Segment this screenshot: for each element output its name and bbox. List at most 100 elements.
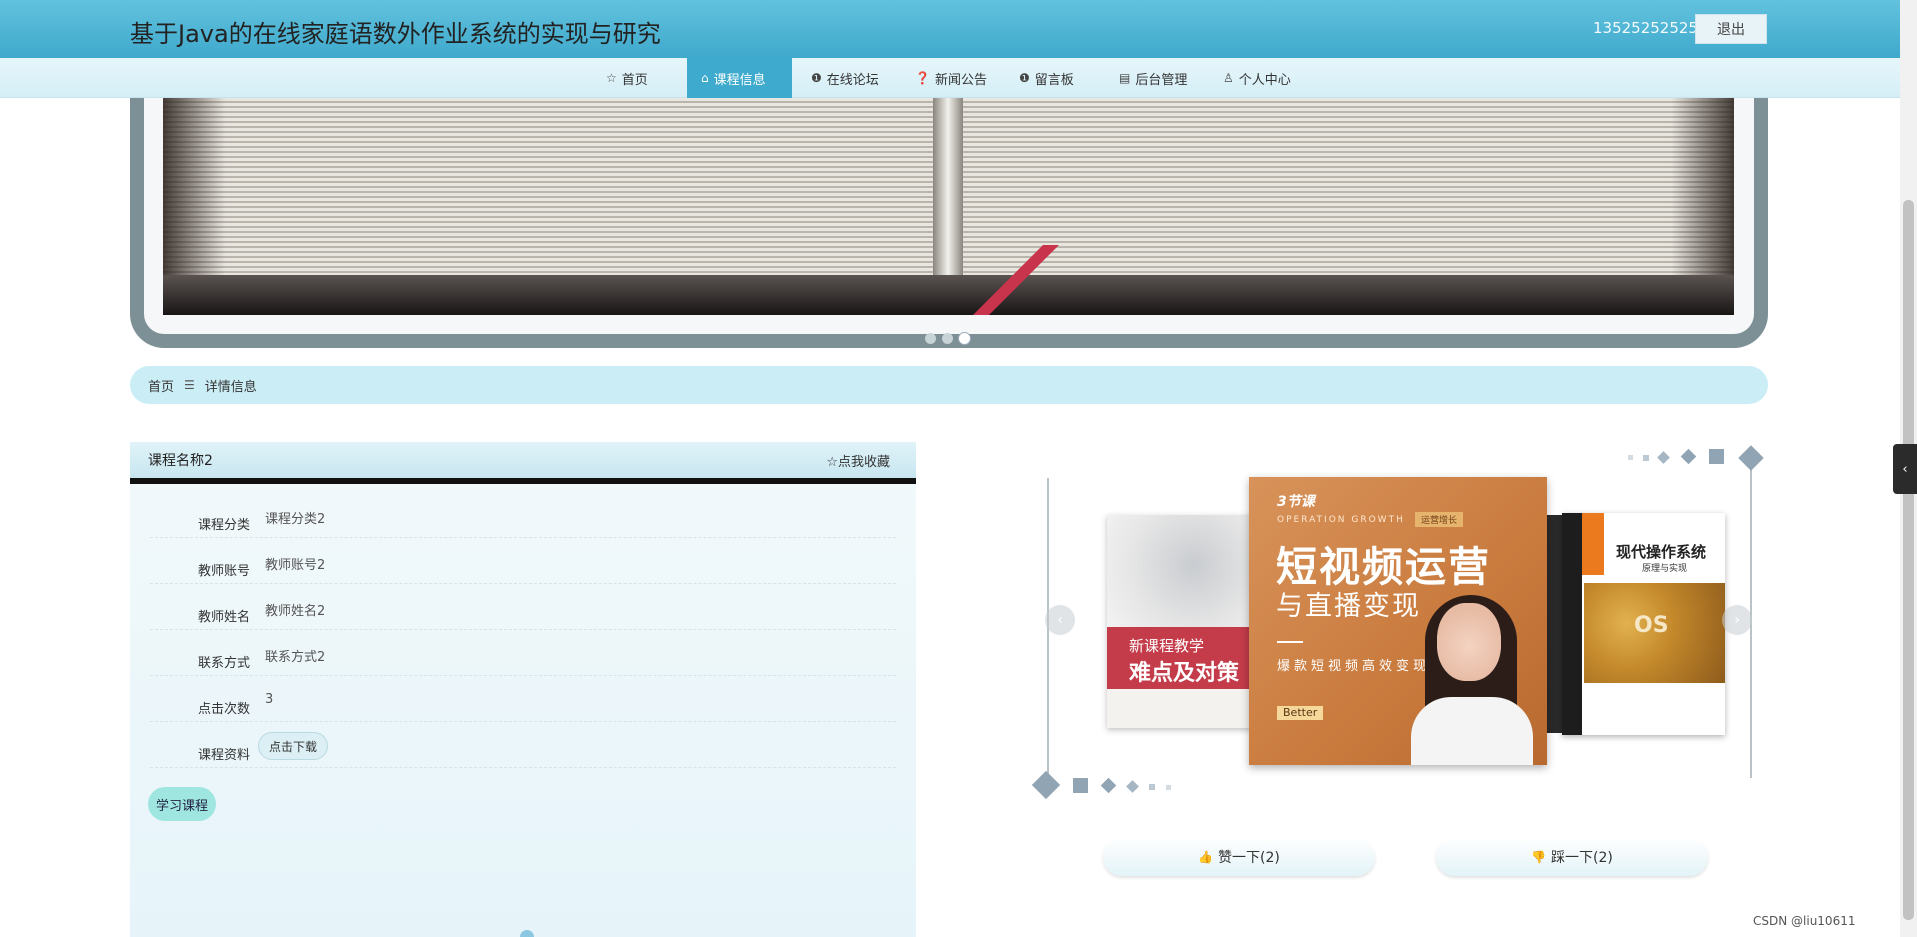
panel-header: 课程名称2 ☆点我收藏 xyxy=(130,442,916,484)
site-title: 基于Java的在线家庭语数外作业系统的实现与研究 xyxy=(130,20,661,48)
book-divider xyxy=(1277,641,1303,643)
breadcrumb: 首页 ☰ 详情信息 xyxy=(130,366,1768,404)
scroll-indicator xyxy=(520,930,534,937)
book-subtitle: 原理与实现 xyxy=(1642,564,1688,574)
carousel-book-left[interactable]: 新课程教学 难点及对策 xyxy=(1107,515,1252,728)
banner-dot-3[interactable] xyxy=(959,333,970,344)
user-phone: 13525252525 xyxy=(1593,19,1698,37)
main-nav: ☆ 首页 ⌂ 课程信息 ❶ 在线论坛 ❓ 新闻公告 ❶ 留言板 ▤ 后台管理 ♙… xyxy=(0,58,1900,98)
row-value: 3 xyxy=(265,692,274,707)
star-icon: ☆ xyxy=(606,71,617,85)
book-cover-shadow xyxy=(163,275,1734,315)
course-title: 课程名称2 xyxy=(148,453,213,469)
book-cover-portrait xyxy=(1407,595,1537,765)
row-label: 课程分类 xyxy=(197,518,250,533)
nav-item-admin[interactable]: ▤ 后台管理 xyxy=(1105,58,1201,98)
download-button[interactable]: 点击下载 xyxy=(258,732,328,760)
book-cover-art xyxy=(1107,515,1252,627)
book-brand: 3节课 xyxy=(1277,494,1315,510)
square-decoration xyxy=(1709,449,1724,464)
nav-item-message-board[interactable]: ❶ 留言板 xyxy=(1005,58,1088,98)
detail-row-materials: 课程资料 点击下载 xyxy=(150,722,896,768)
breadcrumb-separator: ☰ xyxy=(184,378,195,392)
row-label: 课程资料 xyxy=(197,748,250,763)
chevron-left-icon: ‹ xyxy=(1057,612,1063,628)
banner-image xyxy=(163,98,1734,315)
logout-button[interactable]: 退出 xyxy=(1695,14,1767,44)
row-label: 教师账号 xyxy=(197,564,250,579)
diamond-decoration xyxy=(1680,448,1697,465)
user-icon: ♙ xyxy=(1223,71,1234,85)
building-icon: ▤ xyxy=(1119,71,1131,85)
diamond-decoration xyxy=(1657,451,1670,464)
like-label: 赞一下(2) xyxy=(1218,850,1280,866)
row-label: 教师姓名 xyxy=(197,610,250,625)
row-value: 教师账号2 xyxy=(265,558,326,573)
study-course-button[interactable]: 学习课程 xyxy=(148,787,216,821)
book-tagline: OPERATION GROWTH xyxy=(1277,515,1405,525)
nav-item-forum[interactable]: ❶ 在线论坛 xyxy=(797,58,893,98)
portrait-shirt xyxy=(1411,697,1533,765)
like-button[interactable]: 👍 赞一下(2) xyxy=(1103,838,1375,876)
diamond-decoration xyxy=(1100,777,1117,794)
info-icon: ❶ xyxy=(811,71,822,85)
nav-label: 后台管理 xyxy=(1135,72,1188,88)
breadcrumb-home[interactable]: 首页 xyxy=(148,376,174,395)
row-label: 联系方式 xyxy=(197,656,250,671)
nav-label: 首页 xyxy=(621,72,648,88)
detail-row-click-count: 点击次数 3 xyxy=(150,676,896,722)
book-title-line1: 新课程教学 xyxy=(1129,637,1205,655)
banner-dot-1[interactable] xyxy=(925,333,936,344)
dislike-label: 踩一下(2) xyxy=(1551,850,1613,866)
chevron-left-icon: ‹ xyxy=(1902,461,1908,477)
square-decoration xyxy=(1073,778,1088,793)
book-title-line2: 与直播变现 xyxy=(1276,591,1421,622)
info-icon: ❶ xyxy=(1019,71,1030,85)
carousel-book-center[interactable]: 3节课 OPERATION GROWTH 运营增长 短视频运营 与直播变现 爆款… xyxy=(1249,477,1547,765)
home-icon: ⌂ xyxy=(701,71,709,85)
square-decoration xyxy=(1628,455,1633,460)
page-scrollbar-thumb[interactable] xyxy=(1903,200,1914,920)
diamond-decoration xyxy=(1031,770,1061,800)
banner-dot-2[interactable] xyxy=(942,333,953,344)
nav-label: 在线论坛 xyxy=(826,72,879,88)
thumbs-down-icon: 👎 xyxy=(1531,850,1547,864)
row-value: 教师姓名2 xyxy=(265,604,326,619)
detail-row-teacher-account: 教师账号 教师账号2 xyxy=(150,538,896,584)
diamond-decoration xyxy=(1738,445,1764,471)
carousel-next-button[interactable]: › xyxy=(1722,605,1752,635)
side-panel-toggle[interactable]: ‹ xyxy=(1893,444,1917,494)
dislike-button[interactable]: 👎 踩一下(2) xyxy=(1436,838,1708,876)
book-badge: Better xyxy=(1277,706,1324,720)
row-label: 点击次数 xyxy=(197,702,250,717)
nav-label: 个人中心 xyxy=(1238,72,1291,88)
carousel-prev-button[interactable]: ‹ xyxy=(1045,605,1075,635)
book-mark: OS xyxy=(1634,613,1669,638)
book-title-line2: 难点及对策 xyxy=(1129,660,1240,686)
top-header: 基于Java的在线家庭语数外作业系统的实现与研究 13525252525 退出 xyxy=(0,0,1900,58)
watermark: CSDN @liu10611 xyxy=(1753,914,1856,928)
nav-item-news[interactable]: ❓ 新闻公告 xyxy=(901,58,1001,98)
nav-label: 新闻公告 xyxy=(934,72,987,88)
carousel-book-right[interactable]: 现代操作系统 原理与实现 OS xyxy=(1562,513,1725,735)
book-title: 现代操作系统 xyxy=(1616,543,1707,561)
book-tag: 运营增长 xyxy=(1415,512,1464,527)
chevron-right-icon: › xyxy=(1734,612,1740,628)
portrait-face xyxy=(1437,603,1501,681)
book-accent xyxy=(1582,513,1604,575)
row-value: 课程分类2 xyxy=(265,512,326,527)
nav-label: 留言板 xyxy=(1034,72,1074,88)
course-detail-panel: 课程名称2 ☆点我收藏 课程分类 课程分类2 教师账号 教师账号2 教师姓名 教… xyxy=(130,442,916,937)
nav-item-course-info[interactable]: ⌂ 课程信息 xyxy=(687,58,792,98)
nav-item-home[interactable]: ☆ 首页 xyxy=(592,58,662,98)
favorite-button[interactable]: ☆点我收藏 xyxy=(826,451,890,470)
diamond-decoration xyxy=(1126,780,1139,793)
square-decoration xyxy=(1149,784,1155,790)
detail-row-teacher-name: 教师姓名 教师姓名2 xyxy=(150,584,896,630)
nav-item-profile[interactable]: ♙ 个人中心 xyxy=(1209,58,1305,98)
thumbs-up-icon: 👍 xyxy=(1198,850,1214,864)
square-decoration xyxy=(1166,785,1171,790)
breadcrumb-current: 详情信息 xyxy=(204,379,257,395)
nav-label: 课程信息 xyxy=(713,72,766,88)
banner-pagination xyxy=(925,333,970,344)
